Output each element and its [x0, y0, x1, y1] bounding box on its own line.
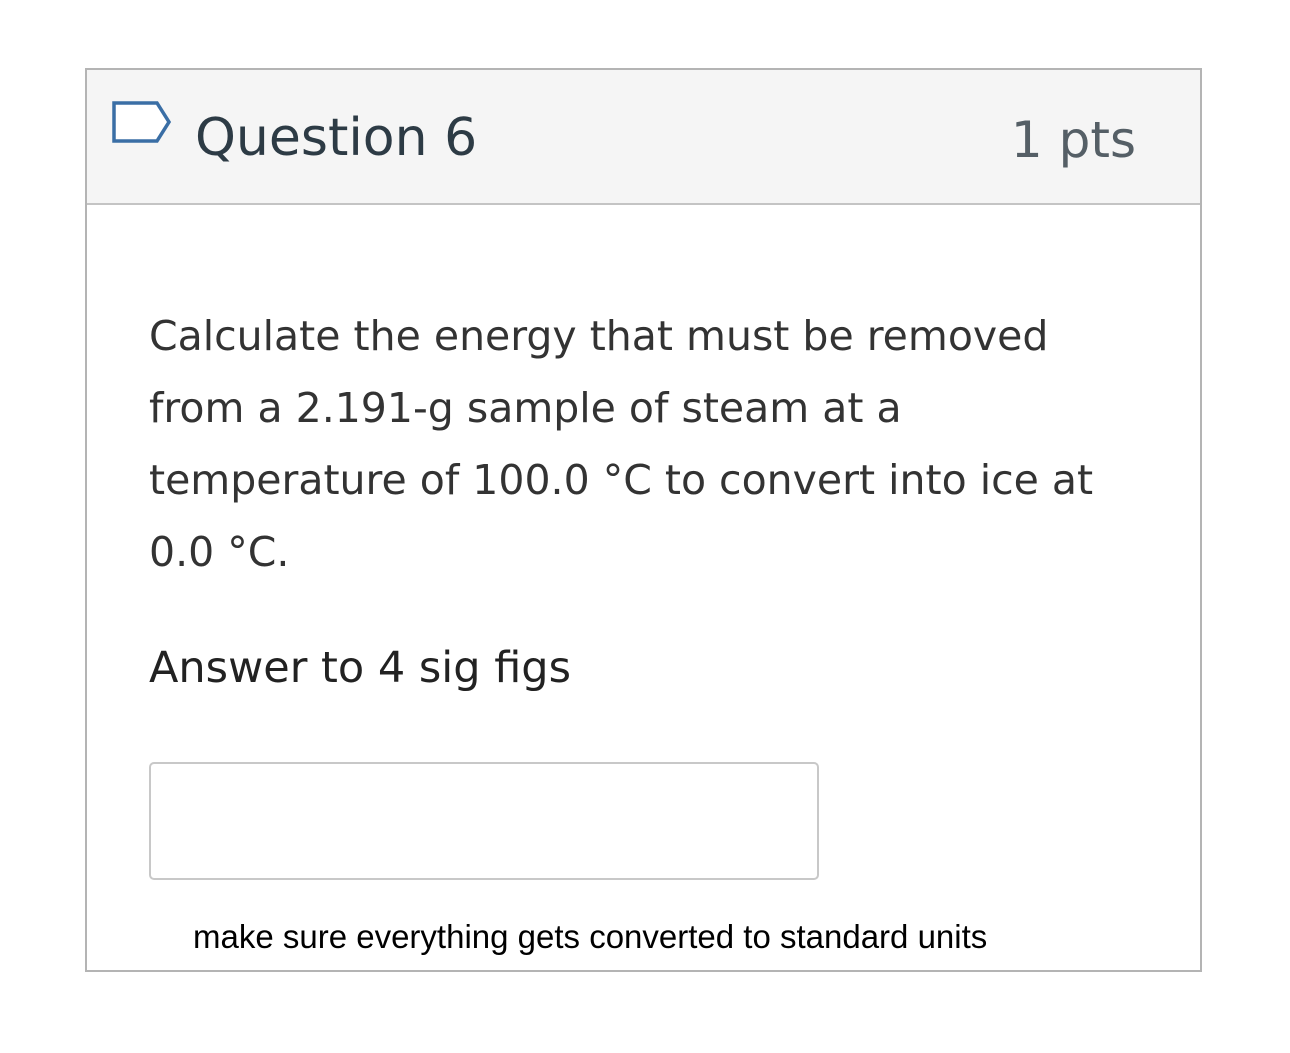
annotation-note: make sure everything gets converted to s… [193, 918, 988, 955]
flag-outline-icon[interactable] [111, 100, 173, 152]
question-body: Calculate the energy that must be remove… [149, 300, 1149, 696]
answer-input[interactable] [149, 762, 819, 880]
answer-instruction: Answer to 4 sig figs [149, 643, 572, 693]
question-card: Question 6 1 pts Calculate the energy th… [85, 68, 1202, 972]
question-text: Calculate the energy that must be remove… [149, 312, 1094, 576]
question-header: Question 6 1 pts [87, 70, 1200, 205]
question-points: 1 pts [1010, 111, 1136, 169]
question-title: Question 6 [195, 108, 478, 168]
